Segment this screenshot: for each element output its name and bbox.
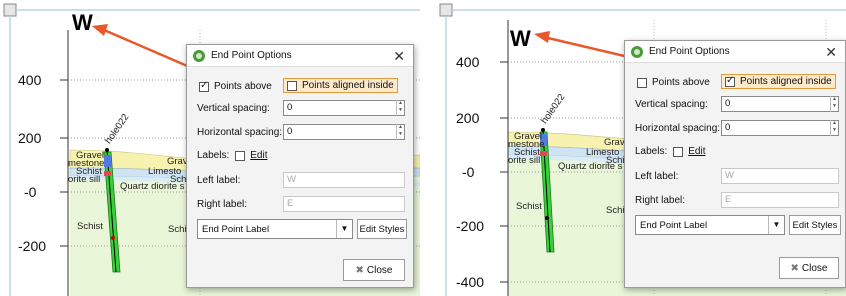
y-tick: 400 [18,72,42,88]
edit-checkbox[interactable] [235,150,246,161]
vertical-spacing-input[interactable]: 0 ▲ ▼ [721,96,839,112]
corner-handle-icon[interactable] [3,3,17,17]
corner-handle-icon[interactable] [439,3,453,17]
points-aligned-inside-checkbox[interactable] [725,75,735,87]
unit-label: orite sill [68,174,101,185]
unit-label: Schist [516,201,542,212]
close-button[interactable]: ✖ Close [343,259,405,281]
dialog-titlebar[interactable]: End Point Options ✕ [187,45,413,67]
unit-label: Schist [77,221,103,232]
unit-label: Schi [168,224,187,235]
spinner-icon[interactable]: ▲ ▼ [830,96,838,112]
spinner-icon[interactable]: ▲ ▼ [396,124,404,140]
labels-label: Labels: [197,150,230,161]
unit-label: orite sill [508,155,541,166]
edit-styles-button[interactable]: Edit Styles [789,215,841,235]
arrow-head-icon [534,31,550,43]
points-above-label: Points above [652,77,710,88]
labels-row: Labels: Edit [635,146,705,157]
points-above-checkbox[interactable] [199,80,209,92]
points-aligned-inside-option[interactable]: Points aligned inside [721,74,836,89]
points-above-option[interactable]: Points above [637,77,710,88]
right-label-label: Right label: [197,199,248,210]
left-label-label: Left label: [197,175,241,186]
app-icon [631,45,643,58]
left-label-label: Left label: [635,171,679,182]
y-tick: -200 [18,238,47,254]
horizontal-spacing-label: Horizontal spacing: [197,127,283,138]
dialog-title: End Point Options [211,50,292,61]
left-label-input[interactable]: W [283,172,405,188]
edit-label: Edit [688,146,706,157]
direction-label: W [510,26,531,51]
points-above-checkbox[interactable] [637,77,647,88]
right-panel: W 400 200 -0 -200 -400 hole022 Gravel me… [436,0,846,296]
right-label-label: Right label: [635,195,686,206]
y-tick: 200 [18,130,42,146]
labels-row: Labels: Edit [197,150,267,161]
close-icon[interactable]: ✕ [393,48,405,65]
points-aligned-inside-label: Points aligned inside [302,80,394,91]
unit-label: Schi [606,155,625,166]
labels-label: Labels: [635,146,668,157]
points-above-label: Points above [214,81,272,92]
left-panel: W 400 200 -0 -200 hole022 Gravel mestone… [0,0,420,296]
unit-label: Schi [606,205,625,216]
left-label-input[interactable]: W [721,168,839,184]
close-button-icon: ✖ [790,262,799,274]
close-button[interactable]: ✖ Close [779,257,839,279]
dialog-title: End Point Options [649,46,730,57]
end-point-options-dialog: End Point Options ✕ Points above Points … [624,40,846,288]
edit-styles-button[interactable]: Edit Styles [357,219,407,239]
points-aligned-inside-checkbox[interactable] [287,80,297,91]
end-point-label-select[interactable]: End Point Label ▼ [197,219,353,239]
right-label-input[interactable]: E [721,192,839,208]
vertical-spacing-label: Vertical spacing: [635,99,708,110]
y-tick: -400 [456,274,485,290]
y-tick: -0 [462,164,475,180]
points-above-option[interactable]: Points above [199,80,272,92]
app-icon [193,49,205,62]
vertical-spacing-label: Vertical spacing: [197,103,270,114]
direction-label: W [72,10,93,35]
y-tick: 200 [456,110,480,126]
close-icon[interactable]: ✕ [825,44,837,61]
horizontal-spacing-label: Horizontal spacing: [635,123,721,134]
horizontal-spacing-input[interactable]: 0 ▲ ▼ [721,120,839,136]
horizontal-spacing-input[interactable]: 0 ▲ ▼ [283,124,405,140]
points-aligned-inside-option[interactable]: Points aligned inside [283,78,398,93]
edit-label: Edit [250,150,268,161]
dropdown-arrow-icon[interactable]: ▼ [768,216,784,234]
right-label-input[interactable]: E [283,196,405,212]
vertical-spacing-input[interactable]: 0 ▲ ▼ [283,100,405,116]
points-aligned-inside-label: Points aligned inside [740,76,832,87]
dialog-titlebar[interactable]: End Point Options ✕ [625,41,845,63]
arrow-head-icon [92,24,108,36]
y-tick: -0 [24,184,37,200]
y-tick: 400 [456,54,480,70]
dropdown-arrow-icon[interactable]: ▼ [336,220,352,238]
close-button-icon: ✖ [355,264,364,276]
spinner-icon[interactable]: ▲ ▼ [396,100,404,116]
end-point-options-dialog: End Point Options ✕ Points above Points … [186,44,414,288]
edit-checkbox[interactable] [673,146,684,157]
end-point-label-select[interactable]: End Point Label ▼ [635,215,785,235]
spinner-icon[interactable]: ▲ ▼ [830,120,838,136]
y-tick: -200 [456,218,485,234]
